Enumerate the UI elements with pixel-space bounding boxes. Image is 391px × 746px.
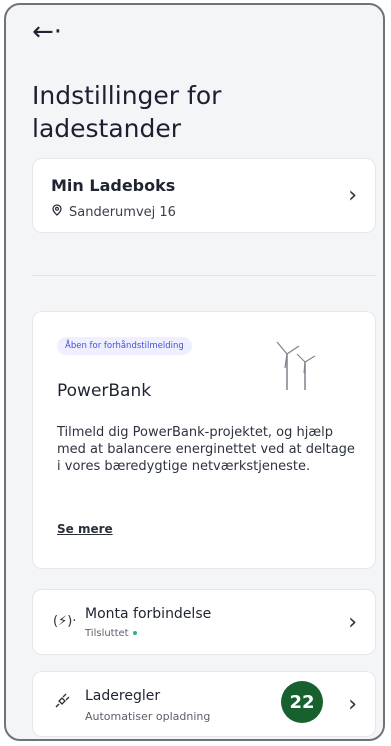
status-dot: [132, 631, 137, 635]
divider: [32, 275, 376, 276]
plug-icon: [53, 692, 71, 714]
location-pin-icon: [51, 204, 63, 220]
charger-address: Sanderumvej 16: [69, 204, 176, 220]
powerbank-card: Åben for forhåndstilmelding PowerBank Ti…: [32, 311, 376, 569]
rules-title: Laderegler: [85, 688, 161, 704]
connection-row[interactable]: (⚡)· Monta forbindelse Tilsluttet ›: [32, 589, 376, 655]
wind-turbine-icon: [271, 332, 321, 396]
chevron-right-icon[interactable]: ›: [348, 183, 357, 208]
charger-card[interactable]: Min Ladeboks Sanderumvej 16 ›: [32, 158, 376, 233]
chevron-right-icon[interactable]: ›: [348, 610, 357, 635]
chevron-right-icon[interactable]: ›: [348, 692, 357, 717]
connection-icon: (⚡)·: [53, 614, 77, 629]
see-more-link[interactable]: Se mere: [57, 522, 113, 536]
phone-frame: ←· Indstillinger for ladestander Min Lad…: [4, 3, 385, 741]
connection-status-row: Tilsluttet: [85, 628, 137, 639]
connection-status: Tilsluttet: [85, 628, 129, 639]
preorder-badge: Åben for forhåndstilmelding: [57, 337, 192, 355]
number-badge: 22: [281, 681, 323, 723]
connection-title: Monta forbindelse: [85, 606, 212, 622]
charging-rules-row[interactable]: Laderegler Automatiser opladning ›: [32, 671, 376, 737]
powerbank-description: Tilmeld dig PowerBank-projektet, og hjæl…: [57, 425, 355, 474]
charger-address-row: Sanderumvej 16: [51, 204, 176, 220]
charger-name: Min Ladeboks: [51, 176, 176, 195]
back-arrow-icon[interactable]: ←·: [32, 19, 62, 45]
powerbank-title: PowerBank: [57, 381, 152, 401]
page-title: Indstillinger for ladestander: [32, 81, 222, 143]
rules-subtitle: Automatiser opladning: [85, 710, 211, 723]
